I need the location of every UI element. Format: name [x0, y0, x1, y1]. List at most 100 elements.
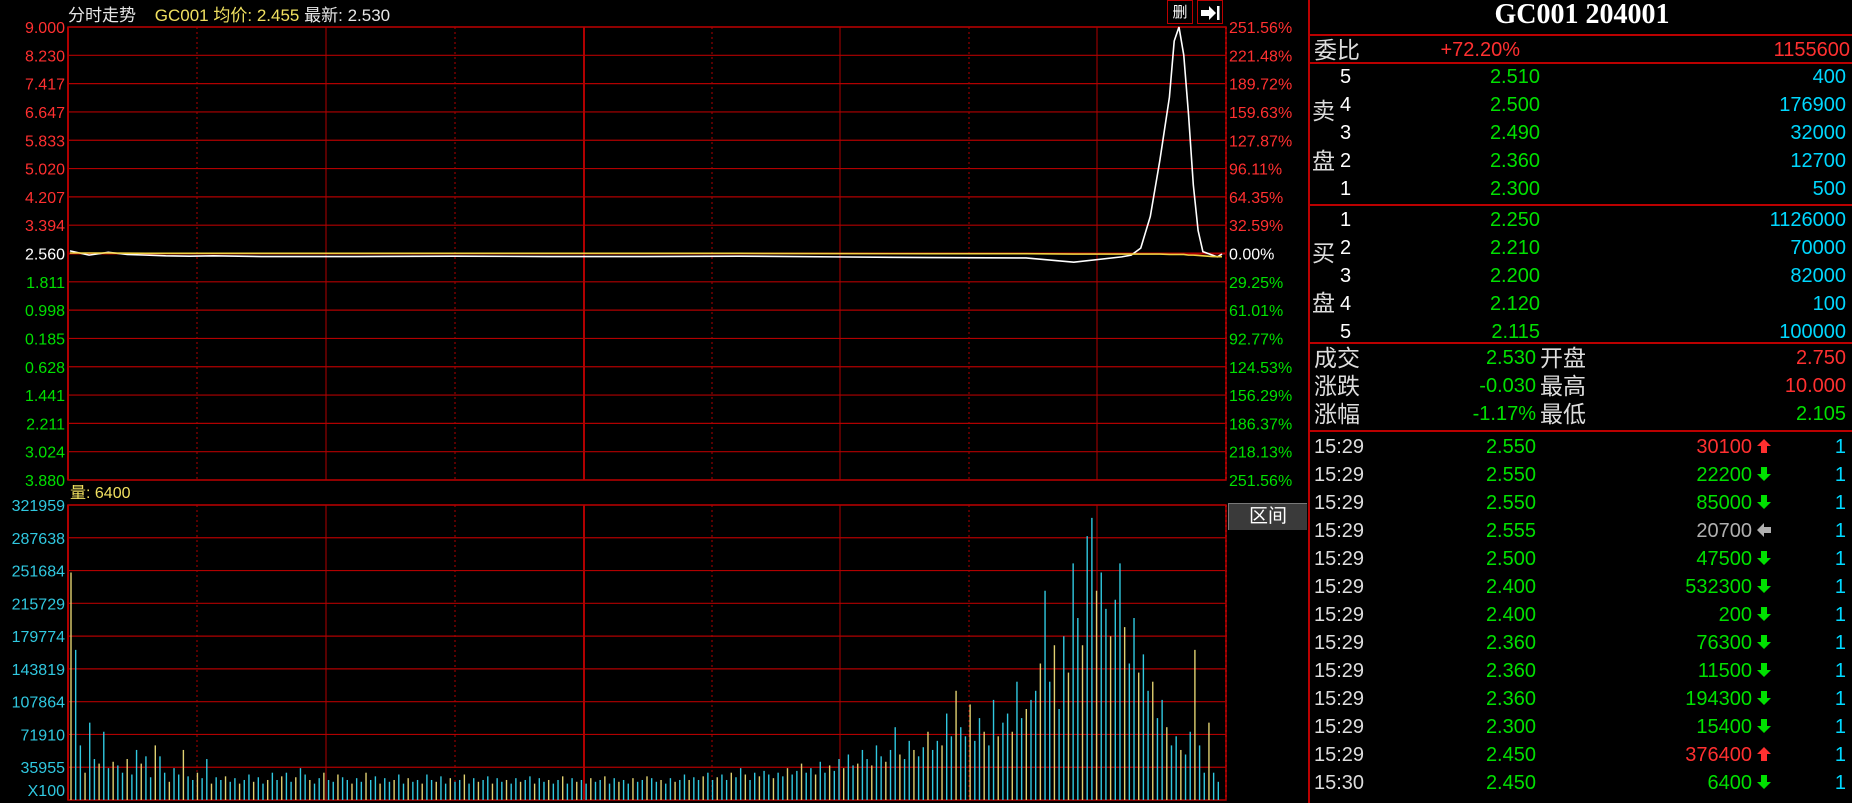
arrow-down-icon: [1757, 607, 1771, 621]
tick-volume: 200: [1718, 604, 1752, 626]
tick-count: 1: [1834, 688, 1846, 710]
tick-count: 1: [1834, 632, 1846, 654]
pct-tick-label: 32.59%: [1229, 218, 1283, 235]
ask-price: 2.490: [1489, 122, 1540, 144]
tick-time: 15:29: [1314, 576, 1365, 598]
level-number: 3: [1340, 265, 1352, 287]
pct-tick-label: 186.37%: [1229, 416, 1292, 433]
level-number: 5: [1340, 66, 1352, 88]
tick-volume: 76300: [1696, 632, 1752, 654]
volume-frame: [67, 504, 1227, 801]
tick-volume: 15400: [1696, 716, 1752, 738]
tick-price: 2.550: [1485, 436, 1536, 458]
tick-count: 1: [1834, 772, 1846, 794]
pct-tick-label: 92.77%: [1229, 331, 1283, 348]
tick-row: 15:29 2.300 15400 1: [1314, 713, 1848, 741]
price-tick-label: 0.628: [25, 360, 65, 377]
pct-tick-label: 159.63%: [1229, 105, 1292, 122]
ask-row: 1 2.300 500: [1340, 175, 1846, 203]
arrow-down-icon: [1757, 579, 1771, 593]
tick-row: 15:29 2.555 20700 1: [1314, 517, 1848, 545]
tick-price: 2.550: [1485, 492, 1536, 514]
tick-price: 2.550: [1485, 464, 1536, 486]
tick-price: 2.400: [1485, 604, 1536, 626]
stat-label: 成交: [1314, 345, 1360, 371]
volume-tick-label: 143819: [12, 662, 65, 679]
buy-label-2: 盘: [1312, 290, 1335, 316]
volume-label: 量: 6400: [70, 485, 131, 502]
tick-count: 1: [1834, 548, 1846, 570]
weibi-label: 委比: [1314, 37, 1360, 63]
tick-count: 1: [1834, 436, 1846, 458]
price-tick-label: 0.185: [25, 331, 65, 348]
tick-count: 1: [1834, 520, 1846, 542]
tick-time: 15:29: [1314, 604, 1365, 626]
price-tick-label: 2.211: [26, 416, 65, 433]
bid-row: 2 2.210 70000: [1340, 234, 1846, 262]
stat-value: -1.17%: [1472, 403, 1536, 425]
tick-price: 2.360: [1485, 688, 1536, 710]
ask-volume: 500: [1812, 178, 1846, 200]
volume-tick-label: 107864: [12, 695, 65, 712]
price-tick-label: 5.833: [25, 133, 65, 150]
bid-price: 2.210: [1489, 237, 1540, 259]
bid-row: 3 2.200 82000: [1340, 262, 1846, 290]
pct-tick-label: 156.29%: [1229, 388, 1292, 405]
tick-time: 15:29: [1314, 548, 1365, 570]
tick-row: 15:29 2.400 532300 1: [1314, 573, 1848, 601]
pct-tick-label: 251.56%: [1229, 20, 1292, 37]
pct-tick-label: 189.72%: [1229, 77, 1292, 94]
tick-price: 2.450: [1485, 744, 1536, 766]
price-tick-label: 0.998: [25, 303, 65, 320]
price-tick-label: 7.417: [25, 77, 65, 94]
tick-time: 15:29: [1314, 716, 1365, 738]
price-tick-label: 3.394: [25, 218, 65, 235]
ask-volume: 12700: [1790, 150, 1846, 172]
price-tick-label: 9.000: [25, 20, 65, 37]
level-number: 4: [1340, 94, 1352, 116]
tick-price: 2.450: [1485, 772, 1536, 794]
pct-tick-label: 61.01%: [1229, 303, 1283, 320]
stat-label: 涨跌: [1314, 373, 1360, 399]
ask-volume: 176900: [1779, 94, 1846, 116]
ask-price: 2.360: [1489, 150, 1540, 172]
tick-volume: 30100: [1696, 436, 1752, 458]
ask-volume: 32000: [1790, 122, 1846, 144]
tick-time: 15:29: [1314, 688, 1365, 710]
tick-price: 2.555: [1485, 520, 1536, 542]
tick-time: 15:29: [1314, 436, 1365, 458]
tick-price: 2.500: [1485, 548, 1536, 570]
tick-count: 1: [1834, 660, 1846, 682]
price-tick-label: 8.230: [25, 48, 65, 65]
sell-label-1: 卖: [1312, 98, 1335, 124]
stat-label: 开盘: [1540, 345, 1586, 371]
price-tick-label: 2.560: [25, 247, 65, 264]
volume-tick-label: 251684: [12, 564, 65, 581]
bid-volume: 100: [1812, 293, 1846, 315]
tick-count: 1: [1834, 716, 1846, 738]
price-tick-label: 1.811: [26, 275, 65, 292]
tick-count: 1: [1834, 464, 1846, 486]
tick-volume: 11500: [1697, 660, 1752, 682]
tick-volume: 6400: [1707, 772, 1753, 794]
pct-tick-label: 124.53%: [1229, 360, 1292, 377]
price-tick-label: 5.020: [25, 162, 65, 179]
pct-tick-label: 251.56%: [1229, 473, 1292, 490]
tick-volume: 194300: [1685, 688, 1752, 710]
tick-row: 15:29 2.360 11500 1: [1314, 657, 1848, 685]
stat-value: 10.000: [1784, 375, 1846, 397]
range-button[interactable]: 区间: [1228, 503, 1307, 530]
tick-row: 15:29 2.360 194300 1: [1314, 685, 1848, 713]
tick-time: 15:29: [1314, 520, 1365, 542]
arrow-down-icon: [1757, 635, 1771, 649]
volume-tick-label: 71910: [21, 727, 66, 744]
arrow-down-icon: [1757, 467, 1771, 481]
arrow-down-icon: [1757, 551, 1771, 565]
tick-volume: 22200: [1696, 464, 1752, 486]
weibi-row: 委比 +72.20% 1155600: [1314, 36, 1850, 64]
bid-row: 1 2.250 1126000: [1340, 206, 1846, 234]
volume-tick-label: 179774: [12, 629, 65, 646]
price-tick-label: 4.207: [25, 190, 65, 207]
ask-row: 2 2.360 12700: [1340, 147, 1846, 175]
level-number: 1: [1340, 209, 1352, 231]
